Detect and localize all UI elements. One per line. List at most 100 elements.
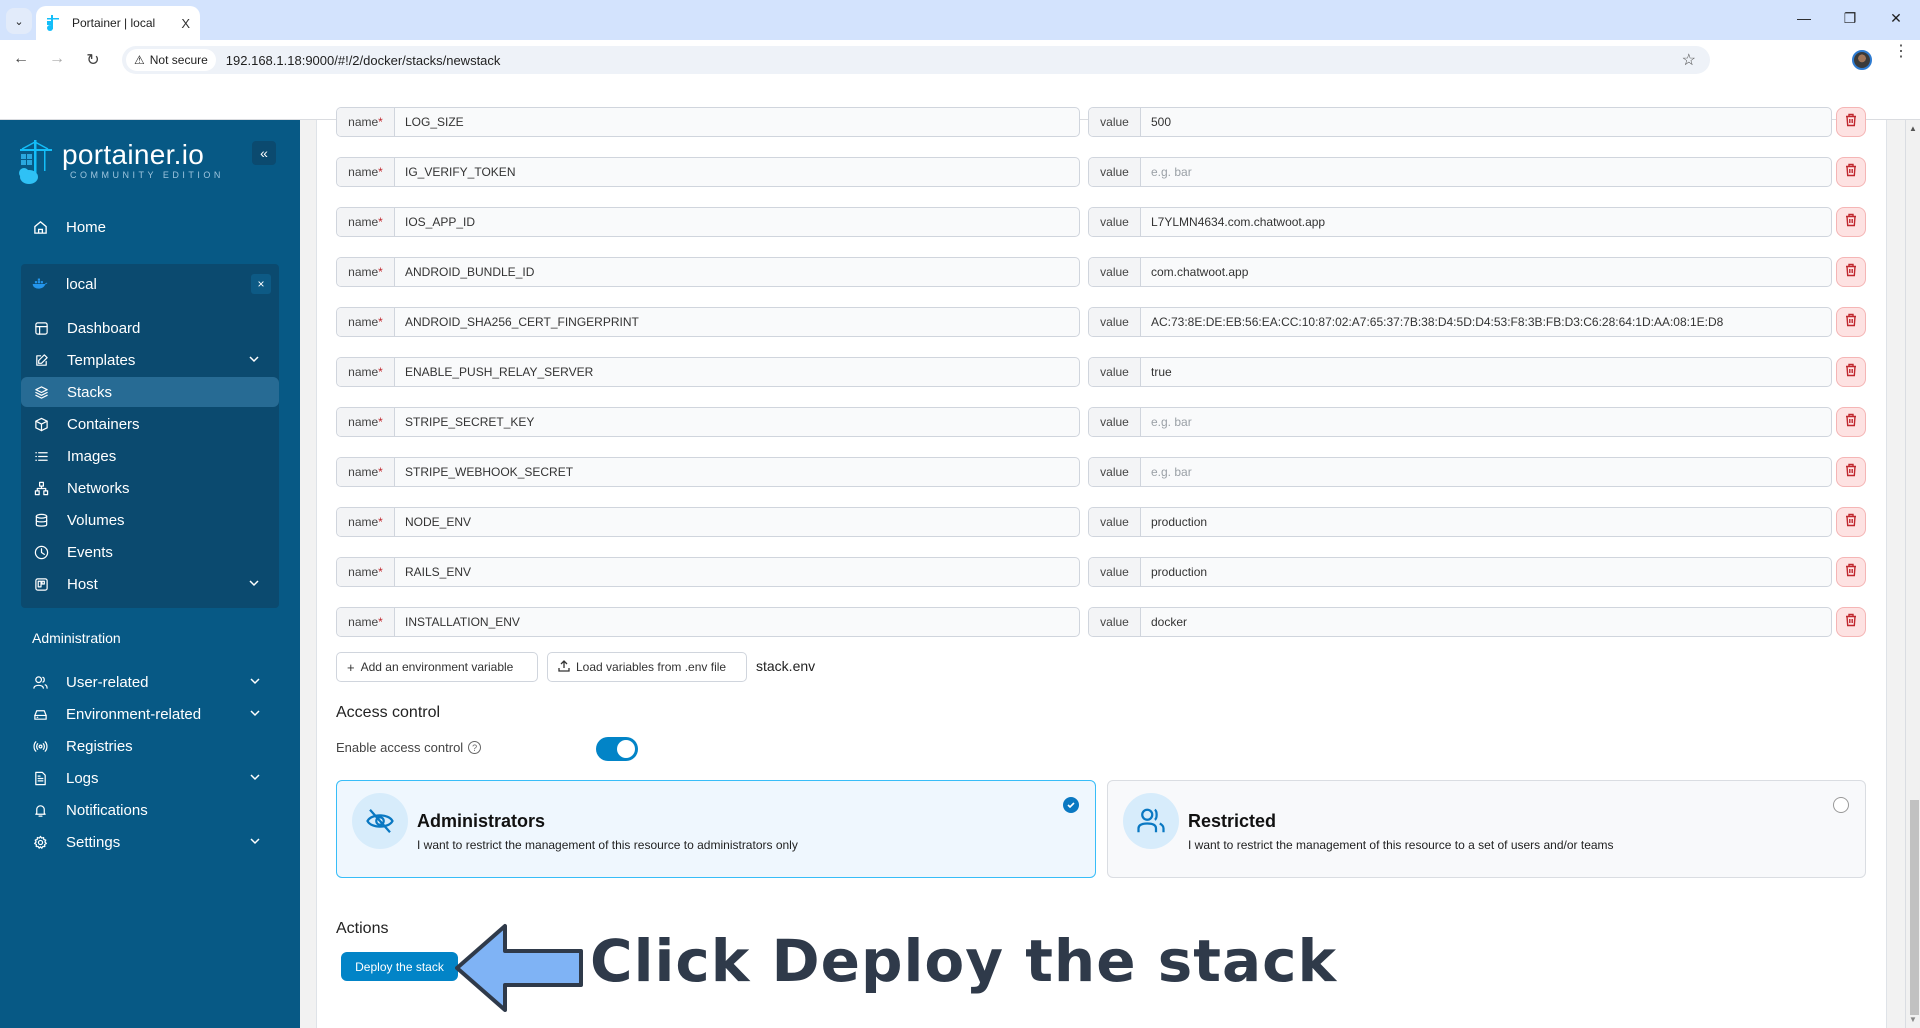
deploy-stack-button[interactable]: Deploy the stack (341, 952, 458, 981)
sidebar-item-events[interactable]: Events (21, 537, 279, 567)
name-label: name (348, 265, 379, 279)
sidebar-item-images[interactable]: Images (21, 441, 279, 471)
env-value-input[interactable]: e.g. bar (1141, 408, 1831, 436)
url-text[interactable]: 192.168.1.18:9000/#!/2/docker/stacks/new… (226, 53, 501, 68)
sidebar-item-environment-related[interactable]: Environment-related (20, 699, 280, 729)
restore-button[interactable]: ❐ (1830, 10, 1870, 27)
name-label: name (348, 115, 379, 129)
env-name-input[interactable]: ENABLE_PUSH_RELAY_SERVER (395, 358, 1079, 386)
env-name-input[interactable]: INSTALLATION_ENV (395, 608, 1079, 636)
sidebar-item-registries[interactable]: Registries (20, 731, 280, 761)
trash-icon (1844, 363, 1858, 382)
required-mark: * (378, 515, 383, 529)
sidebar-item-home[interactable]: Home (20, 212, 280, 242)
env-value-input[interactable]: production (1141, 558, 1831, 586)
page-scrollbar[interactable]: ▲ ▼ (1905, 120, 1920, 1028)
window-close-button[interactable]: ✕ (1876, 10, 1916, 27)
env-value-input[interactable]: AC:73:8E:DE:EB:56:EA:CC:10:87:02:A7:65:3… (1141, 308, 1831, 336)
trash-icon (1844, 213, 1858, 232)
add-env-variable-button[interactable]: + Add an environment variable (336, 652, 538, 682)
chevron-down-icon[interactable] (248, 674, 262, 688)
sidebar-item-label: Stacks (67, 383, 113, 401)
delete-env-variable-button[interactable] (1836, 557, 1866, 587)
chevron-down-icon[interactable] (248, 706, 262, 720)
env-value-input[interactable]: e.g. bar (1141, 458, 1831, 486)
env-value-input[interactable]: 500 (1141, 108, 1831, 136)
sidebar-item-label: Settings (66, 833, 121, 851)
delete-env-variable-button[interactable] (1836, 157, 1866, 187)
profile-avatar[interactable] (1852, 50, 1872, 70)
minimize-button[interactable]: — (1784, 10, 1824, 26)
env-name-input[interactable]: IG_VERIFY_TOKEN (395, 158, 1079, 186)
access-option-administrators[interactable]: Administrators I want to restrict the ma… (336, 780, 1096, 878)
chevron-down-icon[interactable] (247, 576, 261, 590)
collapse-sidebar-button[interactable]: « (252, 141, 276, 165)
portainer-logo[interactable]: portainer.io COMMUNITY EDITION (18, 140, 224, 186)
env-value-input[interactable]: L7YLMN4634.com.chatwoot.app (1141, 208, 1831, 236)
chevron-down-icon[interactable] (248, 770, 262, 784)
delete-env-variable-button[interactable] (1836, 457, 1866, 487)
env-name-input[interactable]: LOG_SIZE (395, 108, 1079, 136)
sidebar-item-containers[interactable]: Containers (21, 409, 279, 439)
sidebar-item-label: Registries (66, 737, 133, 755)
sidebar-item-logs[interactable]: Logs (20, 763, 280, 793)
selected-check-icon[interactable] (1063, 797, 1079, 813)
env-value-input[interactable]: production (1141, 508, 1831, 536)
delete-env-variable-button[interactable] (1836, 607, 1866, 637)
home-icon (32, 219, 48, 235)
sidebar-item-notifications[interactable]: Notifications (20, 795, 280, 825)
chevron-down-icon[interactable] (247, 352, 261, 366)
env-value-input[interactable]: docker (1141, 608, 1831, 636)
bookmark-star-icon[interactable]: ☆ (1682, 50, 1696, 70)
tab-search-button[interactable]: ⌄ (6, 8, 32, 34)
environment-header[interactable]: local (20, 269, 280, 299)
chevron-down-icon[interactable] (248, 834, 262, 848)
delete-env-variable-button[interactable] (1836, 257, 1866, 287)
env-value-input[interactable]: e.g. bar (1141, 158, 1831, 186)
tab-close-icon[interactable]: X (181, 16, 190, 31)
sidebar-item-templates[interactable]: Templates (21, 345, 279, 375)
delete-env-variable-button[interactable] (1836, 307, 1866, 337)
delete-env-variable-button[interactable] (1836, 407, 1866, 437)
delete-env-variable-button[interactable] (1836, 207, 1866, 237)
env-value-input[interactable]: com.chatwoot.app (1141, 258, 1831, 286)
sidebar-item-user-related[interactable]: User-related (20, 667, 280, 697)
sidebar-item-volumes[interactable]: Volumes (21, 505, 279, 535)
site-info-button[interactable]: ⚠ Not secure (126, 49, 216, 71)
sidebar-item-stacks[interactable]: Stacks (21, 377, 279, 407)
sidebar-item-host[interactable]: Host (21, 569, 279, 599)
sidebar-item-dashboard[interactable]: Dashboard (21, 313, 279, 343)
env-name-group: name * IG_VERIFY_TOKEN (336, 157, 1080, 187)
access-option-restricted[interactable]: Restricted I want to restrict the manage… (1107, 780, 1866, 878)
env-name-input[interactable]: STRIPE_SECRET_KEY (395, 408, 1079, 436)
list-icon (33, 448, 49, 464)
delete-env-variable-button[interactable] (1836, 357, 1866, 387)
browser-tab[interactable]: Portainer | local X (36, 6, 200, 40)
reload-button[interactable]: ↻ (82, 50, 104, 70)
forward-button[interactable]: → (46, 50, 68, 68)
env-name-input[interactable]: RAILS_ENV (395, 558, 1079, 586)
load-env-file-button[interactable]: Load variables from .env file (547, 652, 747, 682)
delete-env-variable-button[interactable] (1836, 507, 1866, 537)
value-addon: value (1089, 558, 1141, 586)
address-bar[interactable]: ⚠ Not secure 192.168.1.18:9000/#!/2/dock… (122, 46, 1710, 74)
scroll-up-arrow-icon[interactable]: ▲ (1909, 124, 1917, 133)
env-name-input[interactable]: ANDROID_BUNDLE_ID (395, 258, 1079, 286)
scrollbar-thumb[interactable] (1910, 800, 1919, 1015)
env-name-input[interactable]: IOS_APP_ID (395, 208, 1079, 236)
env-name-input[interactable]: STRIPE_WEBHOOK_SECRET (395, 458, 1079, 486)
back-button[interactable]: ← (10, 50, 32, 68)
browser-menu-icon[interactable]: ⋮ (1893, 44, 1909, 60)
delete-env-variable-button[interactable] (1836, 107, 1866, 137)
help-icon[interactable]: ? (468, 741, 482, 754)
access-control-toggle[interactable] (596, 737, 638, 761)
sidebar-item-networks[interactable]: Networks (21, 473, 279, 503)
environment-close-button[interactable]: × (251, 274, 271, 294)
scroll-down-arrow-icon[interactable]: ▼ (1909, 1015, 1917, 1024)
name-label: name (348, 165, 379, 179)
env-name-input[interactable]: ANDROID_SHA256_CERT_FINGERPRINT (395, 308, 1079, 336)
sidebar-item-settings[interactable]: Settings (20, 827, 280, 857)
env-name-input[interactable]: NODE_ENV (395, 508, 1079, 536)
env-value-input[interactable]: true (1141, 358, 1831, 386)
option-radio[interactable] (1833, 797, 1849, 813)
